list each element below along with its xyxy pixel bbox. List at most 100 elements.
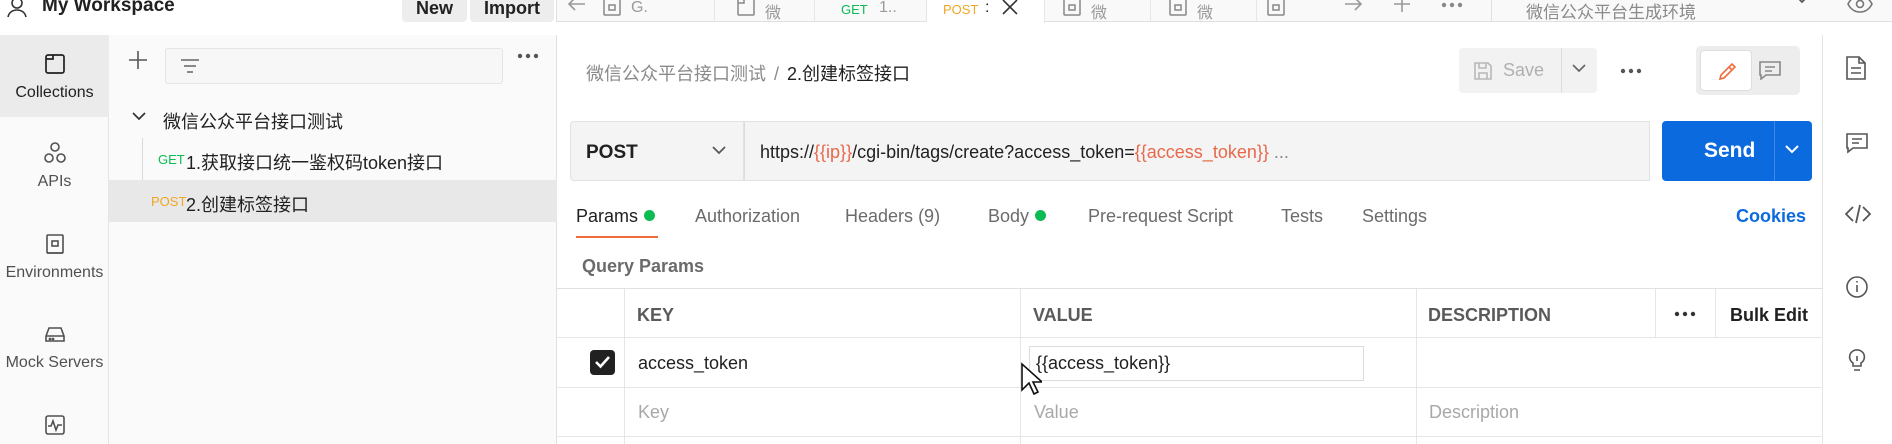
breadcrumb-current[interactable]: 2.创建标签接口 bbox=[787, 64, 910, 84]
documentation-icon[interactable] bbox=[1845, 55, 1867, 81]
collection-item[interactable]: 微信公众平台接口测试 bbox=[109, 98, 557, 138]
chevron-down-icon[interactable] bbox=[131, 111, 147, 121]
url-text: https://{{ip}}/cgi-bin/tags/create?acces… bbox=[760, 142, 1289, 163]
param-key[interactable]: access_token bbox=[638, 353, 748, 374]
more-options-icon[interactable] bbox=[1674, 311, 1696, 317]
save-button[interactable]: Save bbox=[1459, 48, 1561, 93]
sidebar-item-mock-servers[interactable]: Mock Servers bbox=[0, 322, 109, 372]
tab-params[interactable]: Params bbox=[576, 206, 656, 227]
request-tab[interactable]: 微 bbox=[715, 0, 815, 22]
table-divider bbox=[557, 387, 1822, 388]
url-input[interactable]: https://{{ip}}/cgi-bin/tags/create?acces… bbox=[744, 121, 1650, 181]
more-options-icon[interactable] bbox=[1620, 68, 1642, 74]
arrow-left-icon[interactable] bbox=[567, 0, 587, 12]
tab-settings[interactable]: Settings bbox=[1362, 206, 1427, 227]
close-icon[interactable] bbox=[1001, 0, 1019, 16]
right-sidebar bbox=[1822, 35, 1892, 444]
description-placeholder[interactable]: Description bbox=[1429, 402, 1519, 423]
request-tab-active[interactable]: POST : bbox=[927, 0, 1045, 23]
send-label: Send bbox=[1704, 139, 1756, 162]
sidebar-item-monitors[interactable] bbox=[0, 413, 109, 444]
code-icon[interactable] bbox=[1845, 204, 1871, 224]
request-tab[interactable]: G. bbox=[595, 0, 715, 22]
eye-icon[interactable] bbox=[1847, 0, 1873, 14]
url-part: ... bbox=[1268, 142, 1289, 162]
chevron-down-icon[interactable] bbox=[1571, 63, 1587, 73]
request-tab[interactable]: GET 1.. bbox=[815, 0, 927, 22]
environment-select[interactable]: 微信公众平台生成环境 bbox=[1491, 0, 1821, 22]
edit-mode-button[interactable] bbox=[1700, 50, 1752, 91]
breadcrumb-separator: / bbox=[774, 64, 780, 84]
url-part: https:// bbox=[760, 142, 815, 162]
checkmark-icon bbox=[595, 356, 610, 369]
add-icon[interactable] bbox=[127, 49, 149, 71]
chevron-down-icon bbox=[712, 146, 726, 155]
tab-label: Headers bbox=[845, 206, 914, 226]
tab-label: : bbox=[985, 0, 990, 16]
column-divider bbox=[1416, 289, 1417, 444]
send-button[interactable]: Send bbox=[1662, 121, 1812, 181]
bulk-edit-button[interactable]: Bulk Edit bbox=[1730, 305, 1808, 326]
tab-authorization[interactable]: Authorization bbox=[695, 206, 800, 227]
breadcrumb: 微信公众平台接口测试 / 2.创建标签接口 bbox=[586, 60, 910, 86]
import-button[interactable]: Import bbox=[470, 0, 554, 22]
environments-icon bbox=[45, 234, 64, 254]
new-tab-icon[interactable] bbox=[1393, 0, 1411, 13]
example-icon bbox=[603, 0, 621, 16]
more-options-icon[interactable] bbox=[517, 53, 539, 59]
section-title: Query Params bbox=[582, 256, 705, 276]
row-checkbox[interactable] bbox=[590, 350, 615, 375]
param-value: {{access_token}} bbox=[1036, 353, 1171, 373]
more-tabs-icon[interactable] bbox=[1441, 2, 1463, 8]
cookies-link[interactable]: Cookies bbox=[1736, 206, 1806, 227]
request-method: GET bbox=[158, 152, 185, 167]
url-variable: {{access_token}} bbox=[1134, 142, 1269, 162]
status-dot bbox=[1035, 210, 1047, 221]
url-part: /cgi-bin/tags/create?access_token= bbox=[852, 142, 1135, 162]
tab-label: 微 bbox=[1091, 5, 1108, 22]
pencil-icon bbox=[1718, 62, 1737, 81]
collection-icon bbox=[737, 0, 755, 16]
request-item-selected[interactable]: POST 2.创建标签接口 bbox=[109, 180, 557, 222]
chevron-down-icon[interactable] bbox=[1784, 144, 1800, 154]
sidebar-item-environments[interactable]: Environments bbox=[0, 232, 109, 282]
params-table: KEY VALUE DESCRIPTION Bulk Edit access_t… bbox=[557, 288, 1822, 444]
value-placeholder[interactable]: Value bbox=[1034, 402, 1079, 423]
new-button[interactable]: New bbox=[402, 0, 468, 22]
lightbulb-icon[interactable] bbox=[1845, 347, 1869, 373]
request-tab[interactable]: 微 bbox=[1045, 0, 1151, 22]
request-tab[interactable] bbox=[1257, 0, 1297, 22]
save-group: Save bbox=[1459, 48, 1597, 93]
filter-input[interactable] bbox=[165, 48, 503, 84]
sidebar-rail: Collections APIs Environments Mock Serve… bbox=[0, 35, 109, 444]
tab-body[interactable]: Body bbox=[988, 206, 1047, 227]
request-tab[interactable]: 微 bbox=[1151, 0, 1257, 22]
workspace-header: My Workspace New Import bbox=[0, 0, 557, 22]
tab-label: 1.. bbox=[879, 0, 897, 16]
request-name: 2.创建标签接口 bbox=[186, 195, 310, 215]
request-item[interactable]: GET 1.获取接口统一鉴权码token接口 bbox=[109, 138, 557, 180]
workspace-title[interactable]: My Workspace bbox=[42, 0, 175, 17]
filter-icon bbox=[181, 59, 199, 73]
tab-pre-request-script[interactable]: Pre-request Script bbox=[1088, 206, 1233, 227]
method-select[interactable]: POST bbox=[570, 121, 744, 181]
tab-label: Params bbox=[576, 206, 639, 226]
table-divider bbox=[557, 436, 1822, 437]
collection-name: 微信公众平台接口测试 bbox=[163, 112, 343, 132]
sidebar-item-apis[interactable]: APIs bbox=[0, 141, 109, 191]
comment-icon[interactable] bbox=[1758, 60, 1782, 80]
column-divider bbox=[1655, 289, 1656, 337]
tab-headers[interactable]: Headers (9) bbox=[845, 206, 940, 227]
breadcrumb-parent[interactable]: 微信公众平台接口测试 bbox=[586, 64, 766, 84]
table-divider bbox=[557, 337, 1822, 338]
param-value-input[interactable]: {{access_token}} bbox=[1029, 346, 1364, 381]
chevron-down-icon bbox=[1798, 0, 1806, 4]
column-header-key: KEY bbox=[637, 305, 675, 325]
sidebar-item-collections[interactable]: Collections bbox=[0, 35, 109, 117]
tab-tests[interactable]: Tests bbox=[1281, 206, 1323, 227]
key-placeholder[interactable]: Key bbox=[638, 402, 669, 423]
divider bbox=[1774, 121, 1775, 181]
info-icon[interactable] bbox=[1845, 275, 1869, 299]
arrow-right-icon[interactable] bbox=[1343, 0, 1363, 12]
comments-icon[interactable] bbox=[1845, 132, 1869, 154]
